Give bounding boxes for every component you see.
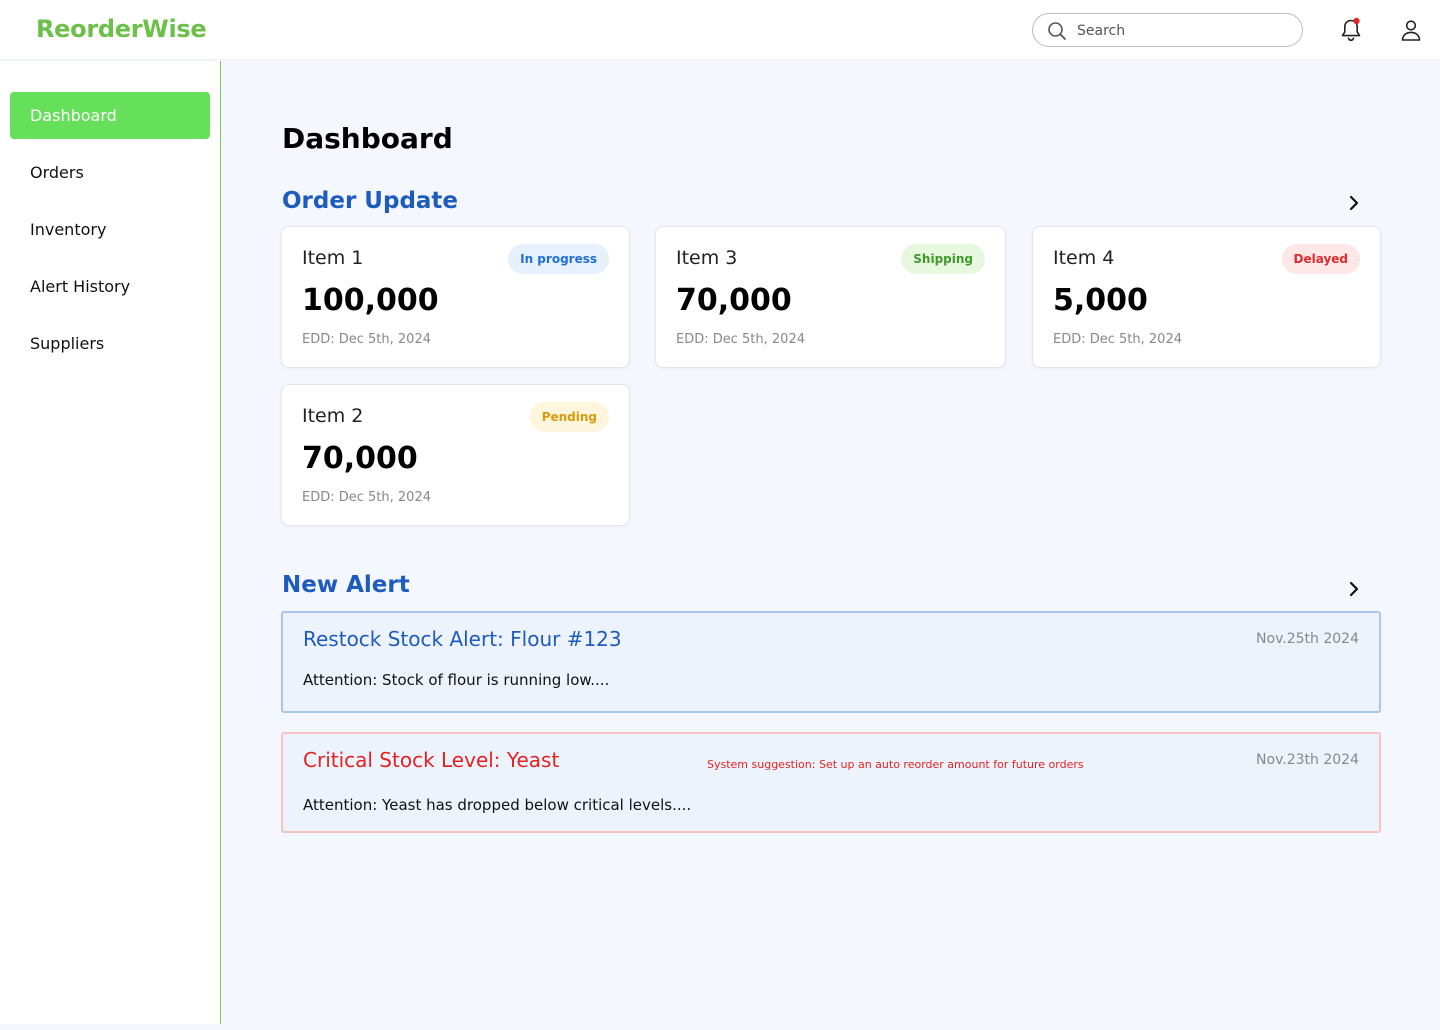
order-edd: EDD: Dec 5th, 2024 — [302, 332, 431, 347]
status-badge: In progress — [508, 244, 609, 274]
alert-body: Attention: Stock of flour is running low… — [303, 671, 610, 689]
order-item-name: Item 1 — [302, 247, 364, 269]
page-title: Dashboard — [282, 122, 453, 155]
app-logo[interactable]: ReorderWise — [36, 15, 207, 43]
order-quantity: 5,000 — [1053, 283, 1148, 318]
order-quantity: 100,000 — [302, 283, 439, 318]
sidebar-item-inventory[interactable]: Inventory — [10, 206, 210, 253]
alert-title: Restock Stock Alert: Flour #123 — [303, 627, 622, 651]
chevron-right-icon[interactable] — [1344, 579, 1364, 599]
order-item-name: Item 2 — [302, 405, 364, 427]
chevron-right-icon[interactable] — [1344, 193, 1364, 213]
order-card-item-2[interactable]: Item 2 Pending 70,000 EDD: Dec 5th, 2024 — [281, 384, 630, 526]
order-item-name: Item 4 — [1053, 247, 1115, 269]
sidebar: Dashboard Orders Inventory Alert History… — [0, 61, 221, 1024]
order-item-name: Item 3 — [676, 247, 738, 269]
order-update-title: Order Update — [282, 188, 459, 214]
search-input[interactable] — [1077, 20, 1292, 42]
new-alert-title: New Alert — [282, 572, 410, 598]
sidebar-item-suppliers[interactable]: Suppliers — [10, 320, 210, 367]
notification-bell-icon[interactable] — [1339, 17, 1363, 43]
search-icon — [1048, 22, 1066, 40]
order-edd: EDD: Dec 5th, 2024 — [302, 490, 431, 505]
alert-body: Attention: Yeast has dropped below criti… — [303, 796, 692, 814]
order-card-item-1[interactable]: Item 1 In progress 100,000 EDD: Dec 5th,… — [281, 226, 630, 368]
alert-card-yeast[interactable]: Critical Stock Level: Yeast System sugge… — [281, 732, 1381, 833]
alert-date: Nov.23th 2024 — [1256, 752, 1359, 768]
sidebar-item-dashboard[interactable]: Dashboard — [10, 92, 210, 139]
sidebar-item-alert-history[interactable]: Alert History — [10, 263, 210, 310]
order-edd: EDD: Dec 5th, 2024 — [1053, 332, 1182, 347]
top-bar: ReorderWise — [0, 0, 1440, 60]
status-badge: Shipping — [901, 244, 985, 274]
user-profile-icon[interactable] — [1399, 18, 1423, 42]
order-card-item-3[interactable]: Item 3 Shipping 70,000 EDD: Dec 5th, 202… — [655, 226, 1006, 368]
order-card-item-4[interactable]: Item 4 Delayed 5,000 EDD: Dec 5th, 2024 — [1032, 226, 1381, 368]
status-badge: Pending — [529, 402, 609, 432]
sidebar-item-orders[interactable]: Orders — [10, 149, 210, 196]
order-edd: EDD: Dec 5th, 2024 — [676, 332, 805, 347]
alert-date: Nov.25th 2024 — [1256, 631, 1359, 647]
alert-title: Critical Stock Level: Yeast — [303, 748, 560, 772]
alert-card-flour[interactable]: Restock Stock Alert: Flour #123 Nov.25th… — [281, 611, 1381, 713]
notification-dot — [1353, 17, 1360, 25]
status-badge: Delayed — [1281, 244, 1360, 274]
order-quantity: 70,000 — [676, 283, 792, 318]
system-suggestion: System suggestion: Set up an auto reorde… — [707, 758, 1084, 771]
order-quantity: 70,000 — [302, 441, 418, 476]
search-box[interactable] — [1032, 13, 1303, 47]
